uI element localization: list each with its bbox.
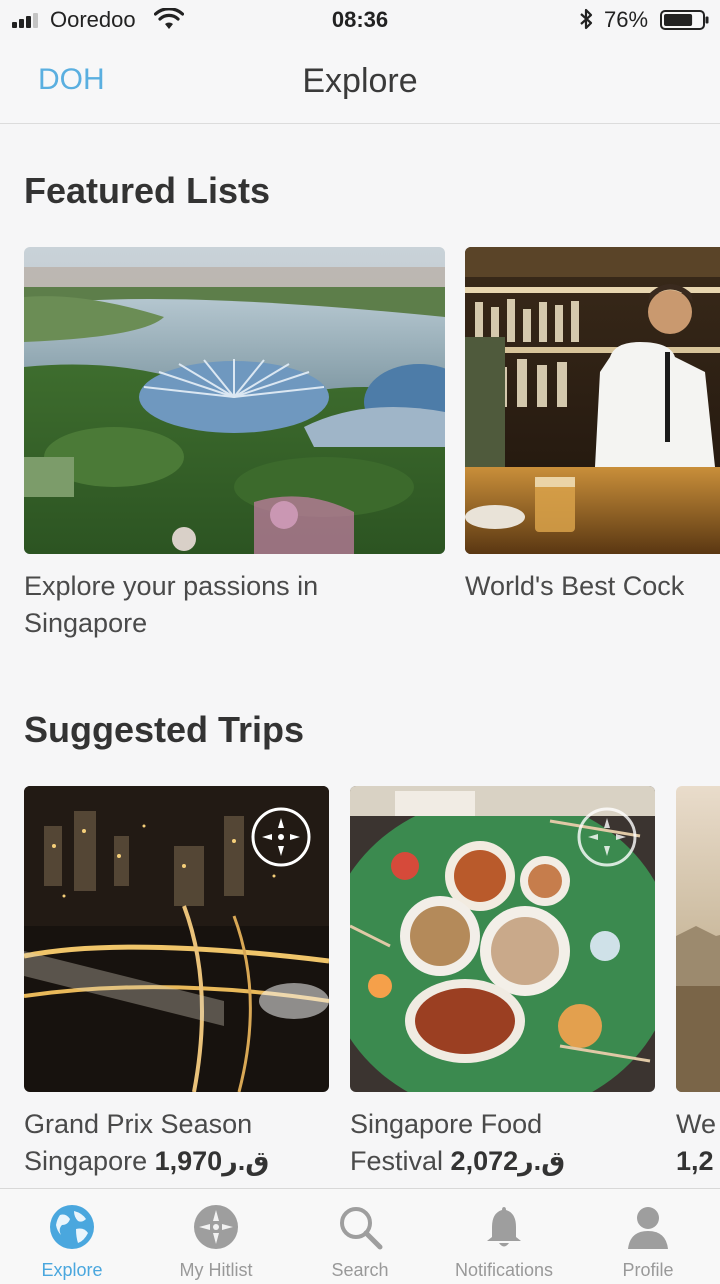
featured-caption-singapore: Explore your passions in Singapore — [24, 571, 319, 638]
featured-caption-cocktail: World's Best Cock — [465, 571, 685, 601]
trip-card-grand-prix[interactable] — [24, 786, 329, 1092]
navigation-bar: DOH Explore — [0, 40, 720, 124]
battery-icon — [660, 10, 709, 30]
trip-caption-third: We 1,2 — [676, 1109, 717, 1176]
tab-explore[interactable]: Explore — [0, 1189, 144, 1284]
featured-lists-heading: Featured Lists — [24, 170, 271, 211]
trip-caption-grand-prix: Grand Prix Season Singapore 1,970ق.ر — [24, 1109, 270, 1176]
featured-card-cocktail-bars[interactable] — [465, 247, 720, 554]
trip-price: 1,970ق.ر — [154, 1146, 270, 1176]
tab-notifications[interactable]: Notifications — [432, 1189, 576, 1284]
trip-card-third[interactable] — [676, 786, 720, 1092]
tab-search[interactable]: Search — [288, 1189, 432, 1284]
battery-percent: 76% — [604, 7, 649, 32]
page-title: Explore — [302, 62, 418, 100]
person-icon — [628, 1207, 668, 1249]
bluetooth-icon — [580, 8, 593, 30]
suggested-trips-heading: Suggested Trips — [24, 709, 305, 750]
featured-card-singapore[interactable] — [24, 247, 445, 554]
tab-bar: Explore My Hitlist Search Notifications — [0, 1188, 720, 1284]
trip-image-landscape — [676, 786, 720, 1092]
trip-card-food-festival[interactable] — [350, 786, 655, 1092]
trip-badge-icon — [577, 807, 637, 867]
featured-image-gardens — [24, 247, 445, 554]
search-icon — [340, 1207, 383, 1250]
tab-profile[interactable]: Profile — [576, 1189, 720, 1284]
tab-my-hitlist[interactable]: My Hitlist — [144, 1189, 288, 1284]
featured-image-bar — [465, 247, 720, 554]
trip-price: 2,072ق.ر — [450, 1146, 566, 1176]
bell-icon — [487, 1207, 521, 1247]
globe-icon — [50, 1205, 94, 1249]
compass-icon — [194, 1205, 238, 1249]
status-bar: Ooredoo 08:36 76% — [0, 0, 720, 40]
trip-badge-icon — [251, 807, 311, 867]
trip-caption-food-festival: Singapore Food Festival 2,072ق.ر — [350, 1109, 566, 1176]
